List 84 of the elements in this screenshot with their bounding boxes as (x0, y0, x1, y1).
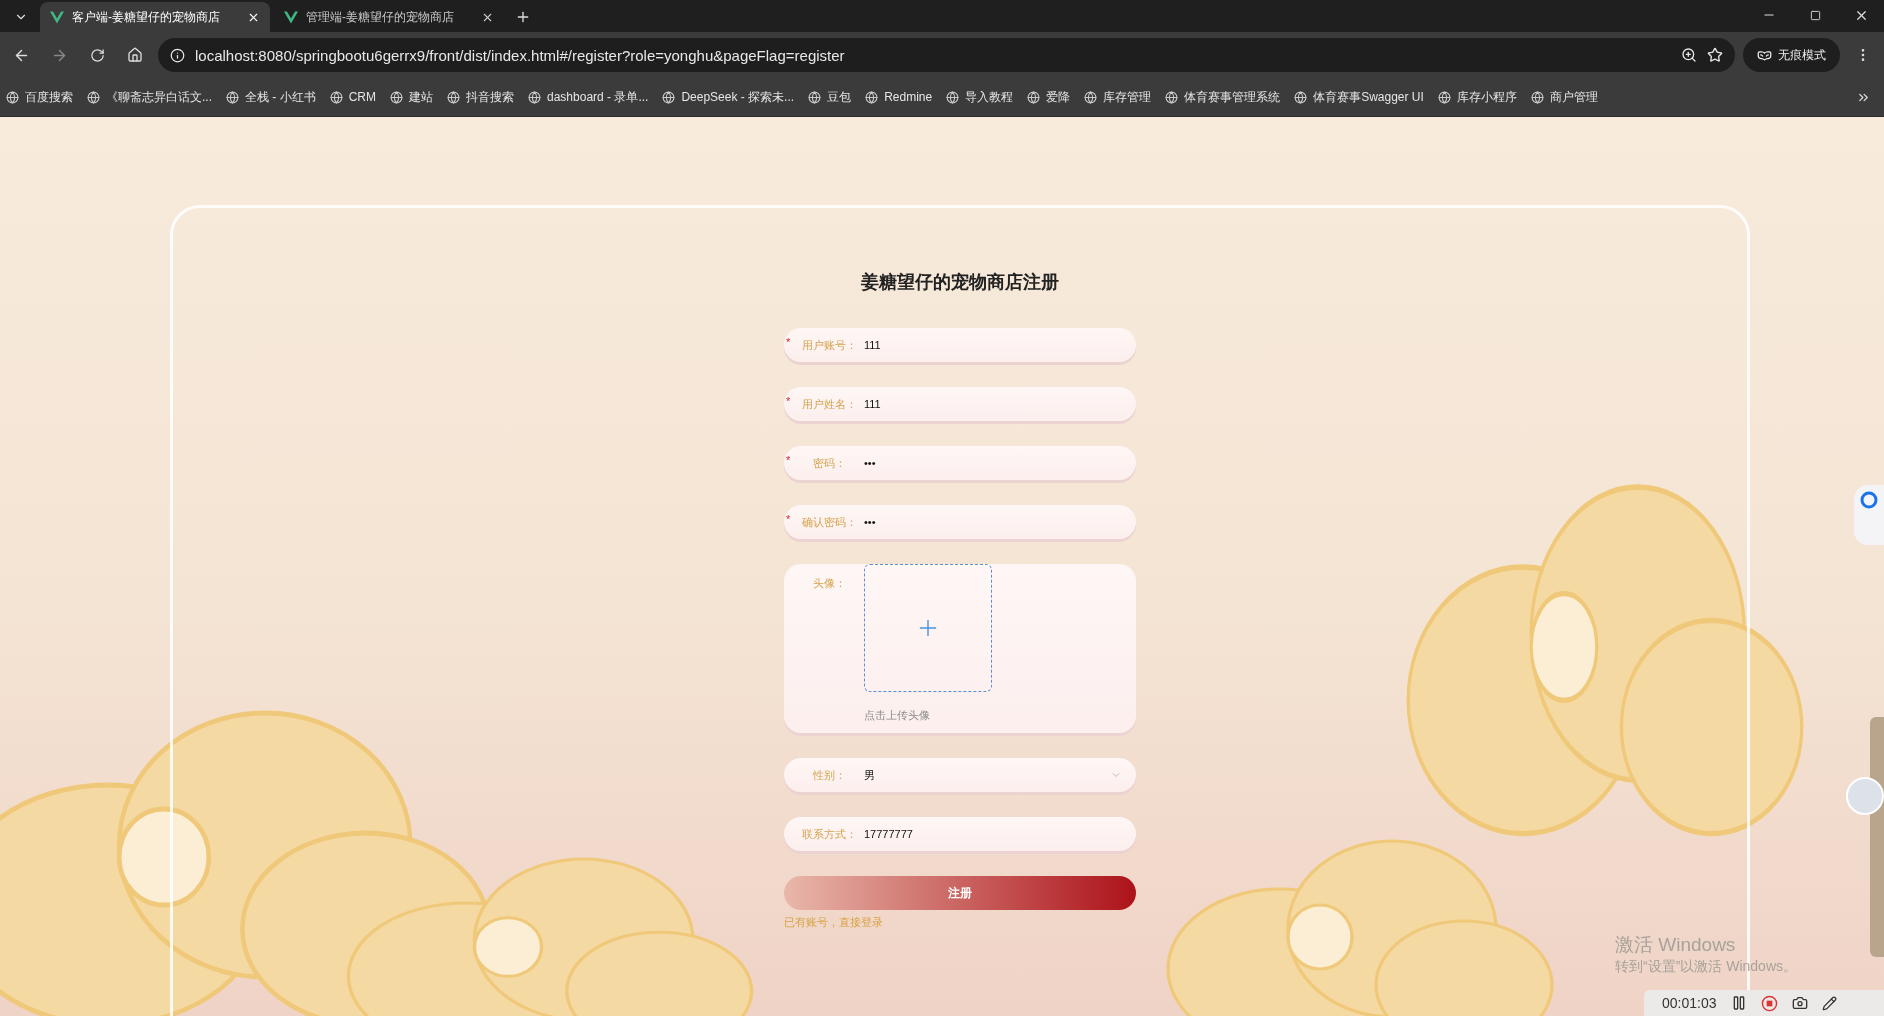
bookmark-link[interactable]: DeepSeek - 探索未... (662, 88, 795, 106)
bookmark-link[interactable]: 商户管理 (1530, 88, 1598, 106)
address-bar[interactable]: localhost:8080/springbootu6gerrx9/front/dist/index.html#/register?role=yonghu&pageFlag=register (158, 38, 1735, 72)
floating-widget-button[interactable] (1854, 485, 1884, 545)
reload-icon (89, 47, 105, 63)
bookmark-link[interactable]: 库存管理 (1084, 88, 1152, 106)
bookmark-link[interactable]: 《聊斋志异白话文... (87, 88, 212, 106)
field-label: 性别： (811, 767, 847, 783)
globe-icon (447, 90, 460, 104)
globe-icon (662, 90, 676, 104)
bookmark-link[interactable]: 全栈 - 小红书 (226, 88, 316, 106)
input-field[interactable]: * 确认密码： ••• (784, 505, 1136, 539)
input-value[interactable]: 111 (864, 398, 1136, 410)
incognito-button[interactable]: 无痕模式 (1743, 38, 1840, 72)
globe-icon (1437, 90, 1451, 104)
browser-tab[interactable]: 管理端-姜糖望仔的宠物商店 (274, 2, 504, 32)
required-mark: * (785, 512, 792, 525)
globe-icon (6, 90, 19, 104)
form-title: 姜糖望仔的宠物商店注册 (861, 271, 1059, 294)
bookmark-link[interactable]: 豆包 (808, 88, 852, 106)
bookmark-link[interactable]: CRM (329, 90, 376, 104)
bookmark-link[interactable]: dashboard - 录单... (528, 88, 649, 106)
input-field[interactable]: * 用户账号： 111 (784, 328, 1136, 362)
select-field[interactable]: 性别： 男 (784, 758, 1136, 792)
camera-button[interactable] (1791, 995, 1808, 1011)
bookmark-link[interactable]: 库存小程序 (1437, 88, 1517, 106)
v-logo-icon (50, 10, 64, 24)
globe-icon (1027, 90, 1041, 104)
input-value[interactable]: 111 (864, 339, 1136, 351)
stop-icon (1760, 994, 1778, 1012)
activation-title: 激活 Windows (1615, 933, 1737, 957)
bookmark-link[interactable]: 建站 (390, 88, 433, 106)
input-field[interactable]: * 用户姓名： 111 (784, 387, 1136, 421)
bookmark-link[interactable]: 爱降 (1027, 88, 1071, 106)
stop-button[interactable] (1760, 994, 1778, 1012)
input-field[interactable]: * 密码： ••• (784, 446, 1136, 480)
required-mark: * (785, 453, 792, 466)
globe-icon (1530, 90, 1544, 104)
bookmark-link[interactable]: 导入教程 (946, 88, 1014, 106)
field-label: 用户账号： (800, 337, 858, 353)
bookmark-star-icon[interactable] (1707, 47, 1723, 63)
bookmark-link[interactable]: 体育赛事Swagger UI (1294, 88, 1424, 106)
input-value[interactable]: ••• (864, 457, 1136, 469)
pencil-icon (1821, 995, 1837, 1011)
bookmark-link[interactable]: 抖音搜索 (447, 88, 514, 106)
plus-icon (515, 9, 531, 25)
required-mark: * (785, 394, 792, 407)
pen-button[interactable] (1821, 995, 1837, 1011)
activation-text: 转到“设置”以激活 Windows。 (1615, 958, 1797, 976)
input-value[interactable]: ••• (864, 516, 1136, 528)
globe-icon (1084, 90, 1098, 104)
input-field[interactable]: 联系方式： 17777777 (784, 817, 1136, 851)
upload-hint: 点击上传头像 (864, 708, 931, 723)
field-label: 联系方式： (800, 826, 858, 842)
restore-icon (1809, 9, 1821, 21)
globe-icon (329, 90, 343, 104)
globe-icon (87, 90, 100, 104)
bookmark-link[interactable]: 百度搜索 (6, 88, 73, 106)
bookmark-link[interactable]: 体育赛事管理系统 (1165, 88, 1281, 106)
browser-tab[interactable]: 客户端-姜糖望仔的宠物商店 (40, 2, 270, 32)
globe-icon (808, 90, 822, 104)
select-value: 男 (864, 767, 876, 783)
ring-icon (1860, 491, 1878, 509)
bookmark-link[interactable]: Redmine (865, 90, 933, 104)
globe-icon (1165, 90, 1179, 104)
camera-icon (1791, 995, 1808, 1011)
register-button[interactable]: 注册 (784, 876, 1136, 910)
v-logo-icon (284, 10, 298, 24)
zoom-icon[interactable] (1681, 47, 1697, 63)
input-value[interactable]: 17777777 (864, 828, 1136, 840)
globe-icon (226, 90, 239, 104)
recording-time: 00:01:03 (1662, 995, 1717, 1011)
globe-icon (390, 90, 403, 104)
globe-icon (865, 90, 879, 104)
globe-icon (1294, 90, 1308, 104)
field-label: 密码： (811, 455, 847, 471)
globe-icon (946, 90, 960, 104)
required-mark: * (785, 335, 792, 348)
field-label: 头像： (811, 576, 847, 591)
home-icon (127, 47, 143, 63)
field-label: 确认密码： (800, 514, 858, 530)
field-label: 用户姓名： (800, 396, 858, 412)
globe-icon (528, 90, 541, 104)
info-icon[interactable] (170, 47, 185, 63)
